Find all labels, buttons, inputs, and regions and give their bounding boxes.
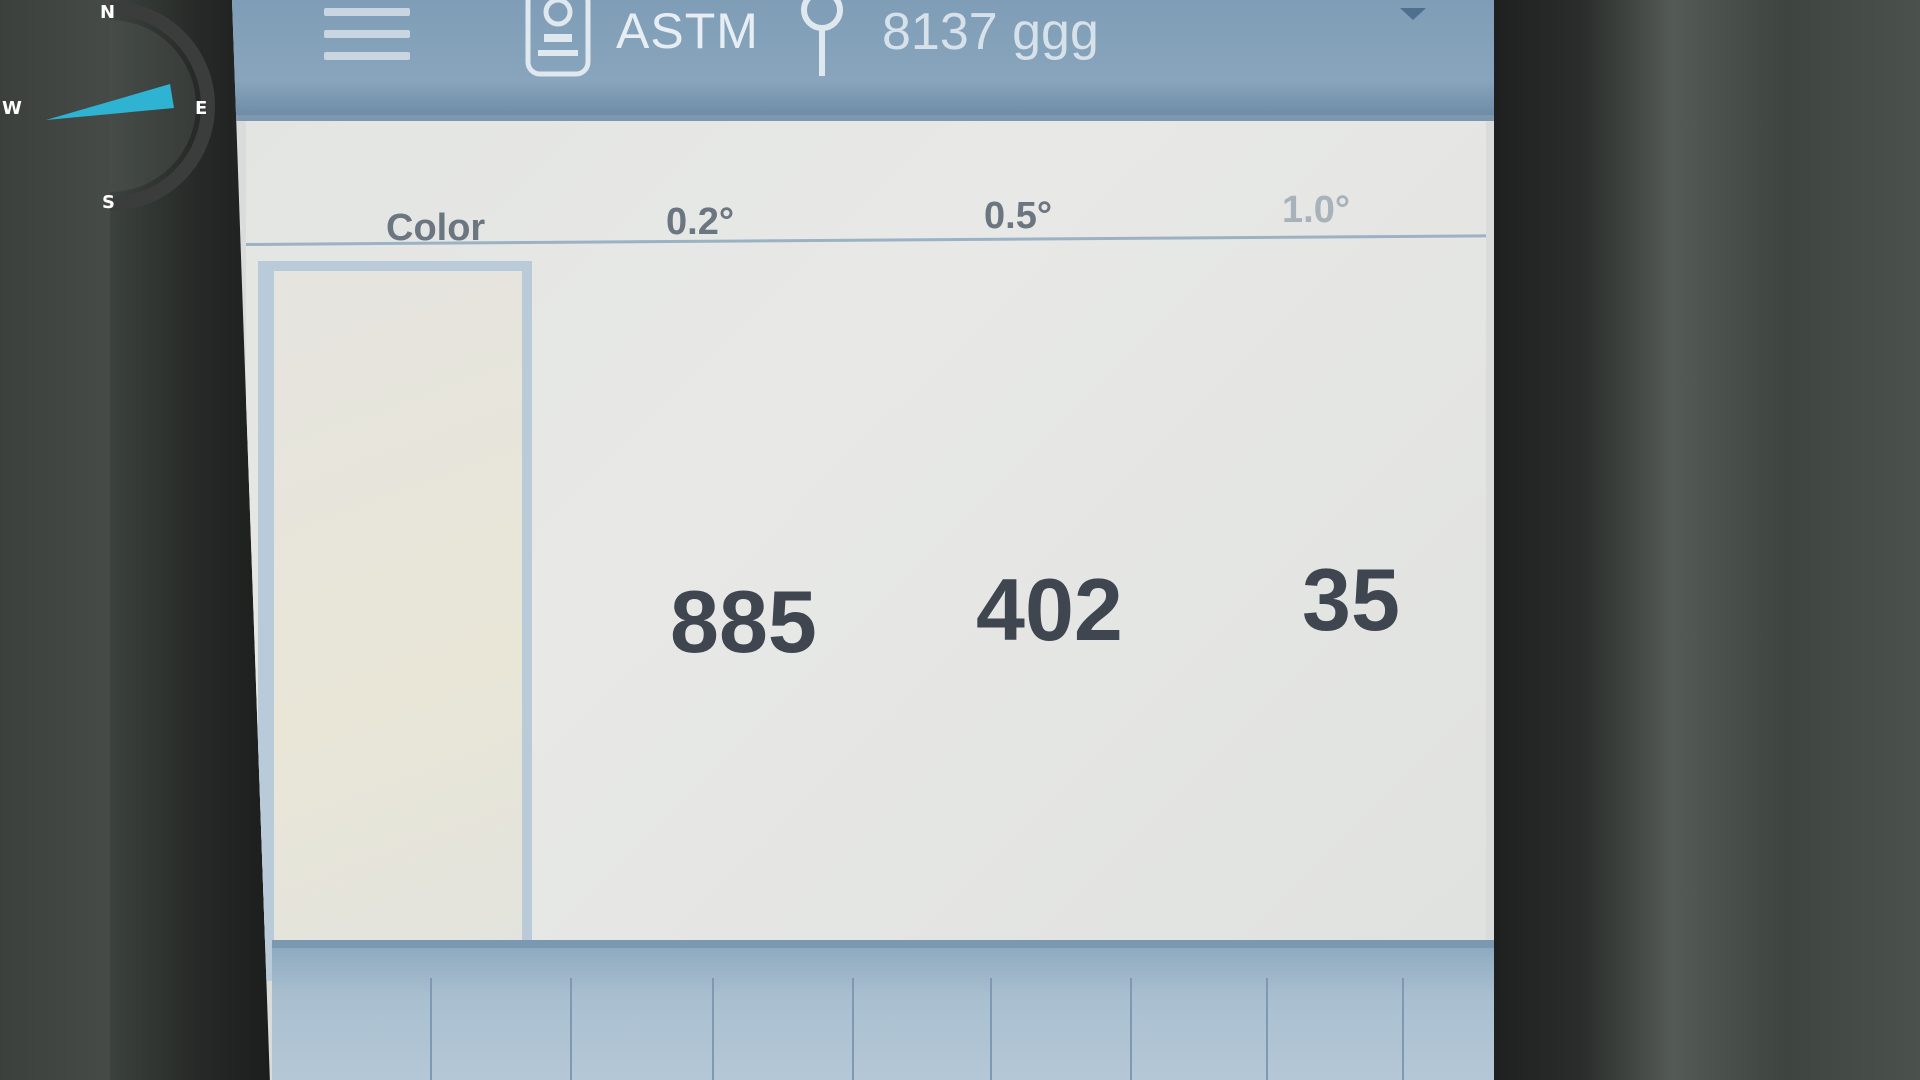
graph-gridline (1130, 978, 1132, 1080)
graph-gridline (712, 978, 714, 1080)
location-label[interactable]: 8137 ggg (882, 2, 1099, 62)
compass-west-label: W (2, 98, 22, 119)
chevron-down-icon[interactable] (1400, 4, 1426, 22)
measurement-panel: Color 0.2° 0.5° 1.0° 885 402 35 (245, 121, 1486, 981)
location-pin-icon (801, 0, 843, 76)
graph-gridline (570, 978, 572, 1080)
value-0-5: 402 (976, 560, 1123, 659)
column-header-0-5: 0.5° (984, 195, 1053, 237)
hamburger-menu-icon[interactable] (324, 8, 410, 64)
graph-gridline (990, 978, 992, 1080)
compass-widget: N W E S (0, 0, 220, 220)
graph-gridline (1402, 978, 1404, 1080)
column-header-0-2: 0.2° (666, 201, 735, 243)
compass-east-label: E (195, 98, 208, 119)
value-1-0: 35 (1302, 550, 1400, 649)
measurement-graph[interactable] (272, 940, 1494, 1080)
graph-gridline (430, 978, 432, 1080)
compass-north-label: N (100, 2, 116, 23)
compass-south-label: S (102, 192, 115, 213)
graph-gridline (852, 978, 854, 1080)
graph-gridline (1266, 978, 1268, 1080)
retroreflectometer-device-icon (525, 0, 591, 77)
column-header-1-0: 1.0° (1282, 189, 1351, 231)
camera-photo-scene: ASTM 8137 ggg Color 0.2° 0.5° 1.0° 885 4… (0, 0, 1920, 1080)
color-swatch[interactable] (258, 261, 532, 981)
compass-dial-icon (46, 1, 215, 211)
device-screen: ASTM 8137 ggg Color 0.2° 0.5° 1.0° 885 4… (232, 0, 1494, 1080)
device-bezel-right (1470, 0, 1920, 1080)
standard-label[interactable]: ASTM (616, 2, 759, 60)
value-0-2: 885 (670, 572, 817, 671)
app-header: ASTM 8137 ggg (232, 0, 1494, 121)
